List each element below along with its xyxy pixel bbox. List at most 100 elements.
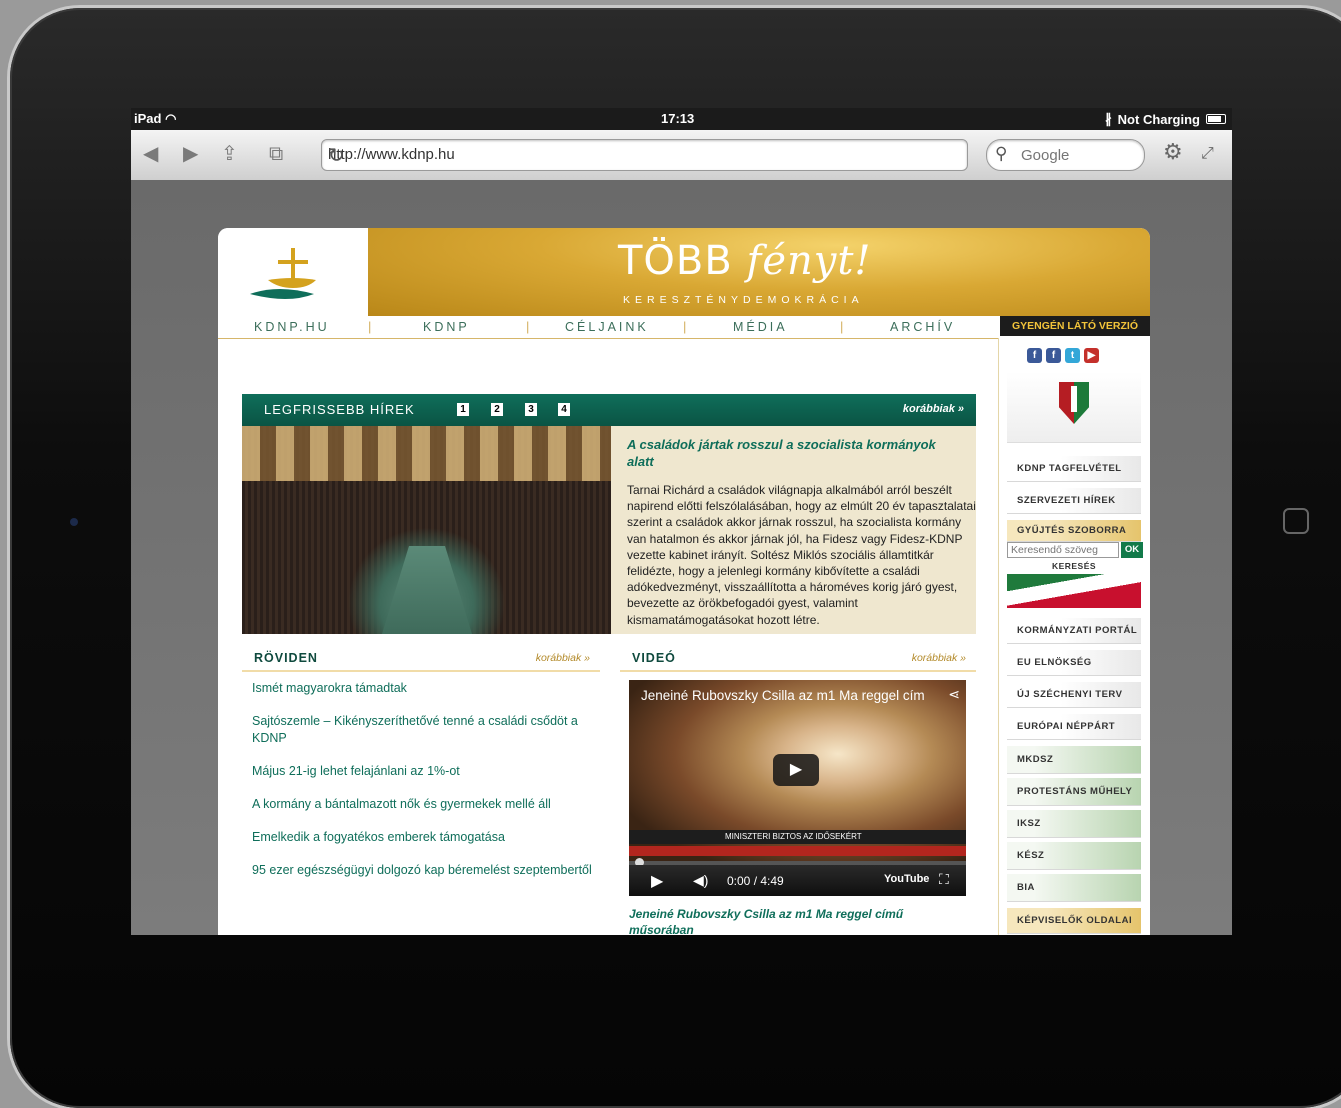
site-search-input[interactable]: [1007, 542, 1119, 558]
shield-icon: [1059, 382, 1089, 424]
nav-separator: |: [840, 319, 844, 334]
nav-archiv[interactable]: ARCHÍV: [890, 320, 955, 334]
list-item[interactable]: Ismét magyarokra támadtak: [252, 680, 602, 697]
sidebar-item-szervezeti-hirek[interactable]: SZERVEZETI HÍREK: [1007, 488, 1141, 514]
video-header: VIDEÓ korábbiak »: [620, 648, 976, 672]
site-search: OK: [1007, 542, 1143, 560]
cross-boat-icon: [250, 248, 316, 299]
coat-of-arms-box[interactable]: [1007, 372, 1141, 443]
flag-banner[interactable]: [1007, 574, 1141, 608]
photo-arches: [242, 426, 611, 481]
forward-icon[interactable]: ▶: [183, 144, 198, 164]
sidebar-item-tagfelvetel[interactable]: KDNP TAGFELVÉTEL: [1007, 456, 1141, 482]
video-player-title[interactable]: Jeneiné Rubovszky Csilla az m1 Ma reggel…: [641, 688, 925, 703]
main-nav: KDNP.HU | KDNP | CÉLJAINK | MÉDIA | ARCH…: [218, 316, 1150, 339]
fullscreen-icon[interactable]: ⛶: [939, 871, 949, 888]
play-icon[interactable]: ▶: [651, 871, 663, 891]
search-label: KERESÉS: [1051, 561, 1097, 571]
facebook-icon[interactable]: f: [1027, 348, 1042, 363]
article-body: Tarnai Richárd a családok világnapja alk…: [627, 483, 976, 627]
video-time: 0:00 / 4:49: [727, 874, 784, 888]
sidebar-item-protestans-muhely[interactable]: PROTESTÁNS MŰHELY: [1007, 778, 1141, 806]
sidebar-item-kesz[interactable]: KÉSZ: [1007, 842, 1141, 870]
search-bar[interactable]: ⚲: [986, 139, 1145, 171]
volume-icon[interactable]: ◀): [693, 872, 708, 889]
video-player[interactable]: Jeneiné Rubovszky Csilla az m1 Ma reggel…: [629, 680, 966, 896]
sidebar-item-europai-neppart[interactable]: EURÓPAI NÉPPÁRT: [1007, 714, 1141, 740]
search-icon: ⚲: [995, 144, 1008, 163]
roviden-header: RÖVIDEN korábbiak »: [242, 648, 600, 672]
latest-news-title: LEGFRISSEBB HÍREK: [264, 402, 415, 417]
youtube-icon[interactable]: ▶: [1084, 348, 1099, 363]
page-2[interactable]: 2: [491, 403, 503, 416]
battery-status: ∦ Not Charging: [1105, 111, 1226, 127]
roviden-title: RÖVIDEN: [254, 651, 318, 665]
photo-floor: [382, 546, 472, 634]
list-item[interactable]: Emelkedik a fogyatékos emberek támogatás…: [252, 829, 602, 846]
video-ticker-bar: [629, 846, 966, 856]
sidebar-item-uj-szechenyi-terv[interactable]: ÚJ SZÉCHENYI TERV: [1007, 682, 1141, 708]
play-button[interactable]: ▶: [773, 754, 819, 786]
banner: TÖBB fényt! KERESZTÉNYDEMOKRÁCIA: [368, 228, 1150, 316]
sidebar-item-mkdsz[interactable]: MKDSZ: [1007, 746, 1141, 774]
roviden-list: Ismét magyarokra támadtak Sajtószemle – …: [252, 680, 602, 895]
sidebar-item-eu-elnokseg[interactable]: EU ELNÖKSÉG: [1007, 650, 1141, 676]
clock: 17:13: [661, 111, 695, 126]
nav-kdnp-hu[interactable]: KDNP.HU: [254, 320, 330, 334]
device-name: iPad ◠: [134, 111, 177, 126]
roviden-more-link[interactable]: korábbiak »: [536, 652, 590, 664]
kdnp-website: TÖBB fényt! KERESZTÉNYDEMOKRÁCIA KDNP.HU…: [218, 228, 1150, 935]
page-4[interactable]: 4: [558, 403, 570, 416]
latest-more-link[interactable]: korábbiak »: [903, 403, 964, 415]
camera-dot: [70, 518, 78, 526]
gear-icon[interactable]: ⚙: [1163, 141, 1183, 163]
social-icons: f f t ▶: [1027, 348, 1099, 363]
twitter-icon[interactable]: t: [1065, 348, 1080, 363]
bookmarks-icon[interactable]: ⧉: [269, 144, 283, 164]
page-1[interactable]: 1: [457, 403, 469, 416]
article-headline[interactable]: A családok jártak rosszul a szocialista …: [627, 436, 957, 470]
parliament-photo[interactable]: [242, 426, 611, 634]
video-controls: ▶ ◀) 0:00 / 4:49 YouTube ⛶: [629, 865, 966, 896]
sidebar-item-bia[interactable]: BIA: [1007, 874, 1141, 902]
list-item[interactable]: Sajtószemle – Kikényszeríthetővé tenné a…: [252, 713, 602, 747]
nav-media[interactable]: MÉDIA: [733, 320, 788, 334]
list-item[interactable]: 95 ezer egészségügyi dolgozó kap béremel…: [252, 862, 602, 879]
sidebar-item-kepviselok[interactable]: KÉPVISELŐK OLDALAI: [1007, 908, 1141, 934]
list-item[interactable]: Május 21-ig lehet felajánlani az 1%-ot: [252, 763, 602, 780]
latest-news-header: LEGFRISSEBB HÍREK 1 2 3 4 korábbiak »: [242, 394, 976, 426]
ipad-screen: iPad ◠ 17:13 ∦ Not Charging ◀ ▶ ⇪ ⧉ http:…: [131, 108, 1232, 935]
url-bar[interactable]: http://www.kdnp.hu ↻: [321, 139, 968, 171]
search-input[interactable]: [1019, 146, 1133, 165]
sidebar-item-iksz[interactable]: IKSZ: [1007, 810, 1141, 838]
sidebar-item-gyujtes[interactable]: GYŰJTÉS SZOBORRA: [1007, 520, 1141, 542]
list-item[interactable]: A kormány a bántalmazott nők és gyermeke…: [252, 796, 602, 813]
video-caption[interactable]: Jeneiné Rubovszky Csilla az m1 Ma reggel…: [629, 906, 959, 935]
share-icon[interactable]: ⋖: [948, 686, 960, 703]
lead-article: A családok jártak rosszul a szocialista …: [611, 426, 976, 634]
nav-celjaink[interactable]: CÉLJAINK: [565, 320, 649, 334]
browser-toolbar: ◀ ▶ ⇪ ⧉ http://www.kdnp.hu ↻ ⚲ ⚙ ⤢: [131, 130, 1232, 181]
banner-title: TÖBB fényt!: [618, 238, 872, 284]
youtube-logo[interactable]: YouTube: [884, 873, 929, 885]
facebook-icon[interactable]: f: [1046, 348, 1061, 363]
battery-icon: [1206, 114, 1226, 124]
video-ticker: MINISZTERI BIZTOS AZ IDŐSEKÉRT: [629, 830, 966, 844]
wifi-icon: ◠: [165, 111, 177, 126]
video-more-link[interactable]: korábbiak »: [912, 652, 966, 664]
page-3[interactable]: 3: [525, 403, 537, 416]
home-button[interactable]: [1283, 508, 1309, 534]
share-icon[interactable]: ⇪: [221, 144, 238, 164]
sidebar: f f t ▶ KDNP TAGFELVÉTEL SZERVEZETI HÍRE…: [998, 338, 1150, 935]
back-icon[interactable]: ◀: [143, 144, 158, 164]
weak-sight-button[interactable]: GYENGÉN LÁTÓ VERZIÓ: [1000, 316, 1150, 336]
nav-kdnp[interactable]: KDNP: [423, 320, 470, 334]
search-ok-button[interactable]: OK: [1121, 542, 1143, 558]
banner-subtitle: KERESZTÉNYDEMOKRÁCIA: [623, 294, 864, 306]
reload-icon[interactable]: ↻: [328, 143, 959, 168]
video-title: VIDEÓ: [632, 651, 676, 665]
kdnp-logo[interactable]: [218, 228, 368, 316]
nav-separator: |: [526, 319, 530, 334]
sidebar-item-kormanyzati-portal[interactable]: KORMÁNYZATI PORTÁL: [1007, 618, 1141, 644]
fullscreen-icon[interactable]: ⤢: [1201, 144, 1214, 164]
